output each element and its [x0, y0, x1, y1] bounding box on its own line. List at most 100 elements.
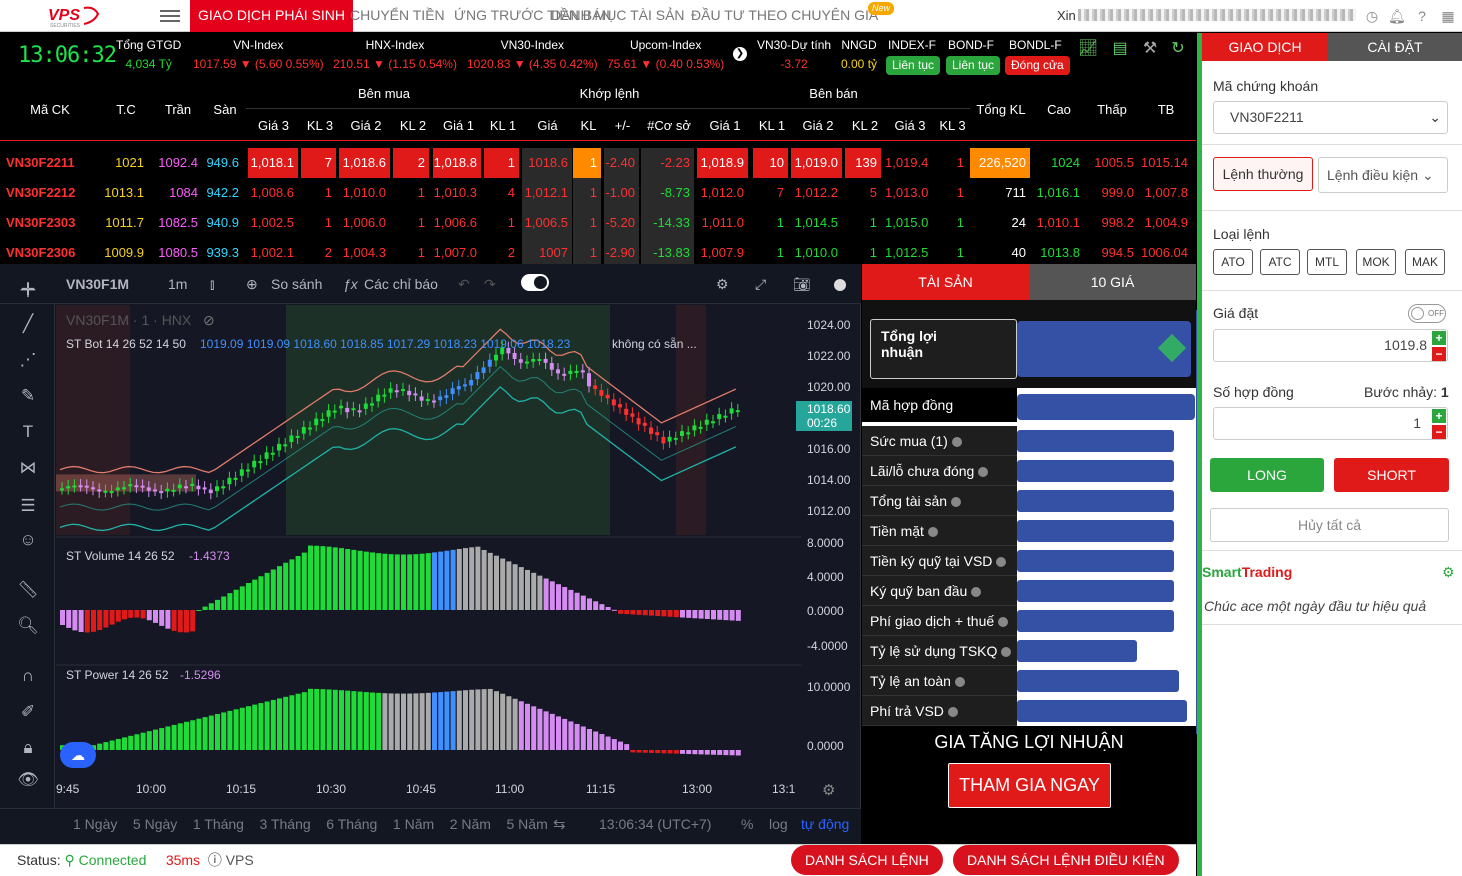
info-icon[interactable]	[971, 587, 982, 597]
compare-button[interactable]: So sánh	[271, 276, 322, 292]
help-icon[interactable]: ?	[1414, 8, 1430, 24]
hammer-icon[interactable]: ⚒	[1140, 38, 1160, 58]
info-icon[interactable]	[927, 527, 938, 537]
mtl-button[interactable]: MTL	[1307, 249, 1347, 275]
range-3m[interactable]: 3 Tháng	[260, 816, 311, 832]
chart-toggle[interactable]	[521, 274, 549, 291]
cursor-icon[interactable]: ✛	[16, 278, 40, 302]
time-axis[interactable]: 9:45 10:00 10:15 10:30 10:45 11:00 11:15…	[0, 782, 861, 802]
index-upcom[interactable]: Upcom-Index 75.61 ▼ (0.40 0.53%)	[607, 38, 724, 71]
settings-icon[interactable]: ⚙	[716, 276, 729, 293]
qty-input[interactable]: 1	[1213, 407, 1448, 440]
nav-portfolio[interactable]: DANH MỤC TÀI SẢN	[551, 0, 685, 32]
info-icon[interactable]	[998, 617, 1009, 627]
apps-icon[interactable]: ▦	[1440, 8, 1456, 24]
pattern-icon[interactable]: ⋈	[16, 456, 40, 480]
mok-button[interactable]: MOK	[1356, 249, 1396, 275]
record-icon[interactable]	[834, 279, 846, 291]
info-icon[interactable]	[951, 437, 962, 447]
indicators-icon[interactable]: ƒx	[343, 276, 358, 292]
conditional-order-list-button[interactable]: DANH SÁCH LỆNH ĐIỀU KIỆN	[953, 845, 1179, 875]
ato-button[interactable]: ATO	[1213, 249, 1253, 275]
chart-canvas[interactable]	[56, 305, 861, 805]
brush-icon[interactable]: ✎	[16, 384, 40, 408]
compare-icon[interactable]: ⊕	[246, 276, 258, 293]
trendline-icon[interactable]: ╱	[16, 312, 40, 336]
range-6m[interactable]: 6 Tháng	[326, 816, 377, 832]
price-toggle[interactable]: OFF	[1408, 304, 1446, 323]
calculator-icon[interactable]: ▤	[1110, 38, 1130, 58]
conditional-order-select[interactable]: Lệnh điều kiện ⌄	[1318, 157, 1448, 193]
info-icon[interactable]	[947, 707, 958, 717]
range-5y[interactable]: 5 Năm	[507, 816, 548, 832]
candle-type-icon[interactable]: ⫾	[210, 276, 214, 293]
emoji-icon[interactable]: ☺	[16, 528, 40, 552]
info-icon[interactable]	[954, 677, 965, 687]
lock-icon[interactable]: 🔒︎	[16, 736, 40, 760]
redo-icon[interactable]: ↷	[484, 276, 496, 293]
text-icon[interactable]: T	[16, 420, 40, 444]
atc-button[interactable]: ATC	[1260, 249, 1300, 275]
order-list-button[interactable]: DANH SÁCH LỆNH	[791, 845, 943, 875]
tab-10-prices[interactable]: 10 GIÁ	[1029, 264, 1196, 300]
hide-eye-icon[interactable]: ⊘	[203, 312, 215, 329]
contract-symbol[interactable]: VN30F2303	[2, 208, 100, 238]
next-arrow-icon[interactable]: ❯	[733, 47, 747, 61]
axis-settings-icon[interactable]: ⚙	[822, 781, 835, 799]
indicators-button[interactable]: Các chỉ báo	[364, 276, 438, 292]
range-5d[interactable]: 5 Ngày	[133, 816, 177, 832]
info-icon[interactable]	[996, 557, 1007, 567]
magnet-icon[interactable]: ∩	[16, 664, 40, 688]
tradingview-logo[interactable]: ☁	[60, 742, 96, 768]
vps-logo[interactable]: VPS SECURITIES	[48, 4, 104, 28]
menu-icon[interactable]	[160, 7, 180, 25]
fullscreen-icon[interactable]: ⤢	[755, 276, 766, 293]
price-minus-button[interactable]: −	[1432, 347, 1446, 361]
price-input[interactable]: 1019.8	[1213, 329, 1448, 362]
symbol-select[interactable]: VN30F2211 ⌄	[1213, 101, 1448, 134]
range-2y[interactable]: 2 Năm	[450, 816, 491, 832]
contract-symbol[interactable]: VN30F2211	[2, 148, 100, 178]
nav-expert[interactable]: ĐẦU TƯ THEO CHUYÊN GIA	[691, 0, 878, 32]
long-button[interactable]: LONG	[1210, 458, 1324, 492]
bell-icon[interactable]: 🔔︎	[1388, 8, 1406, 24]
percent-toggle[interactable]: %	[741, 816, 753, 832]
mak-button[interactable]: MAK	[1405, 249, 1445, 275]
prediction-icon[interactable]: ☰	[16, 494, 40, 518]
auto-toggle[interactable]: tự động	[801, 816, 849, 832]
cancel-all-button[interactable]: Hủy tất cả	[1210, 508, 1449, 542]
qty-plus-button[interactable]: +	[1432, 409, 1446, 423]
range-1y[interactable]: 1 Năm	[393, 816, 434, 832]
info-icon[interactable]	[1001, 647, 1012, 657]
fib-icon[interactable]: ⋰	[16, 348, 40, 372]
index-vn30[interactable]: VN30-Index 1020.83 ▼ (4.35 0.42%)	[467, 38, 598, 71]
undo-icon[interactable]: ↶	[458, 276, 470, 293]
short-button[interactable]: SHORT	[1334, 458, 1449, 492]
goto-date-icon[interactable]: ⇆	[553, 815, 566, 833]
qty-minus-button[interactable]: −	[1432, 425, 1446, 439]
price-plus-button[interactable]: +	[1432, 331, 1446, 345]
info-icon[interactable]	[951, 497, 962, 507]
ruler-icon[interactable]: 📏︎	[16, 578, 40, 602]
tab-assets[interactable]: TÀI SẢN	[862, 264, 1029, 300]
contract-symbol[interactable]: VN30F2212	[2, 178, 100, 208]
chart-icon[interactable]: 📈︎	[1078, 38, 1098, 58]
lock-draw-icon[interactable]: ✐	[16, 700, 40, 724]
join-now-button[interactable]: THAM GIA NGAY	[948, 763, 1111, 808]
chart-symbol[interactable]: VN30F1M	[66, 276, 129, 292]
tab-settings[interactable]: CÀI ĐẶT	[1328, 33, 1462, 61]
nav-transfer[interactable]: CHUYỂN TIỀN	[350, 0, 445, 32]
index-vn[interactable]: VN-Index 1017.59 ▼ (5.60 0.55%)	[193, 38, 324, 71]
index-hnx[interactable]: HNX-Index 210.51 ▼ (1.15 0.54%)	[333, 38, 457, 71]
zoom-icon[interactable]: 🔍︎	[16, 614, 40, 638]
tab-trade[interactable]: GIAO DỊCH	[1202, 33, 1328, 61]
gear-icon[interactable]: ⚙	[1442, 564, 1455, 581]
normal-order-button[interactable]: Lệnh thường	[1213, 157, 1313, 191]
log-toggle[interactable]: log	[769, 816, 788, 832]
info-icon[interactable]	[978, 467, 989, 477]
camera-icon[interactable]: 📷︎	[793, 276, 811, 293]
chart-interval[interactable]: 1m	[168, 276, 187, 292]
clock-icon[interactable]: ◷	[1364, 8, 1380, 24]
nav-derivatives[interactable]: GIAO DỊCH PHÁI SINH	[190, 0, 354, 32]
refresh-icon[interactable]: ↻	[1168, 38, 1188, 58]
